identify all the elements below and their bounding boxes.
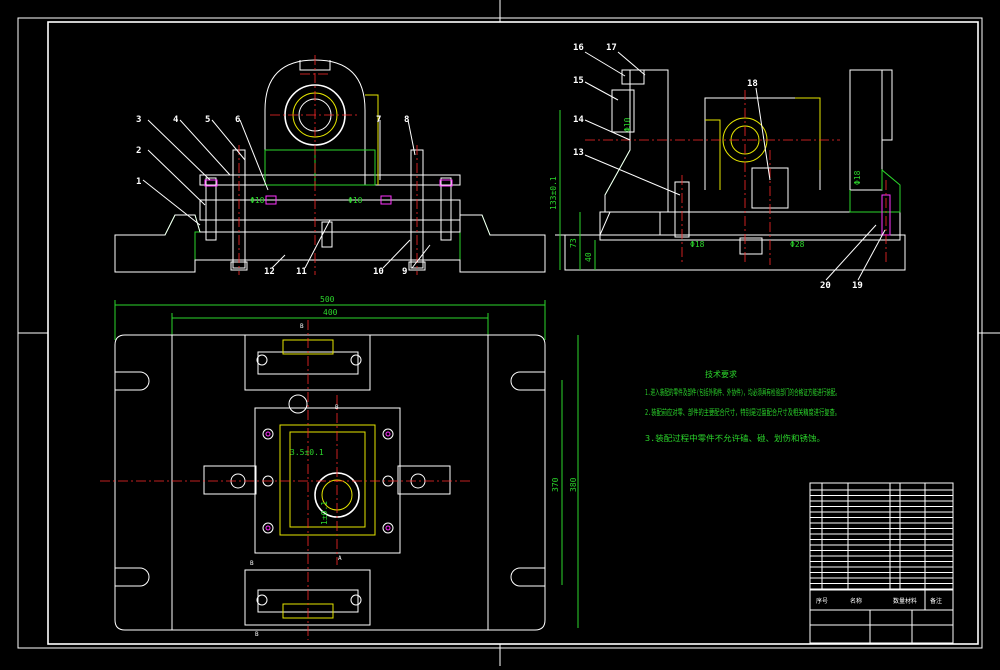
side-dim-h2: 40 (584, 252, 593, 262)
title-block: 序号 名称 数量 材料 备注 (809, 482, 954, 644)
plan-dim-overall-width: 500 (320, 295, 335, 304)
label-5: 5 (205, 115, 210, 125)
plan-dim-overall-height: 380 (569, 477, 578, 492)
front-dim-phi-b: Φ10 (250, 196, 265, 205)
side-dim-phi-a: Φ10 (623, 117, 632, 132)
tech-req-line-3: 3.装配过程中零件不允许磕、碰、划伤和锈蚀。 (645, 433, 825, 443)
bom-header-material: 材料 (905, 597, 917, 605)
tech-req-line-2: 2.装配前应对零、部件的主要配合尺寸，特别是过盈配合尺寸及相关精度进行复查。 (645, 407, 840, 417)
label-3: 3 (136, 115, 141, 125)
label-19: 19 (852, 281, 863, 291)
label-4: 4 (173, 115, 179, 125)
cad-drawing-canvas: 1 2 3 4 5 6 7 8 9 10 11 12 Φ10 Φ10 133±0… (0, 0, 1000, 666)
bom-header-no: 序号 (816, 597, 828, 605)
side-dim-phi-b: Φ18 (690, 240, 705, 249)
drawing-svg: 1 2 3 4 5 6 7 8 9 10 11 12 Φ10 Φ10 133±0… (17, 0, 1000, 666)
side-section-view: 133±0.1 73 40 Φ10 Φ18 Φ28 Φ18 16 17 15 1… (549, 43, 906, 291)
label-7: 7 (376, 115, 381, 125)
side-dim-height: 133±0.1 (549, 176, 558, 210)
side-dim-phi-d: Φ18 (853, 170, 862, 185)
label-6: 6 (235, 115, 240, 125)
tech-req-title: 技术要求 (705, 369, 737, 379)
plan-dim-b: 1±0.1 (320, 501, 329, 525)
front-section-view: 1 2 3 4 5 6 7 8 9 10 11 12 Φ10 Φ10 (114, 55, 546, 277)
label-9: 9 (402, 267, 407, 277)
section-mark-bottom: B (255, 631, 259, 638)
label-16: 16 (573, 43, 584, 53)
label-11: 11 (296, 267, 307, 277)
tech-req-line-1: 1.进入装配的零件及部件(包括外购件、外协件)，均必须具有检验部门的合格证方能进… (645, 387, 840, 397)
plan-dim-a: 3.5±0.1 (290, 448, 324, 457)
label-2: 2 (136, 146, 141, 156)
plan-dim-inner-width: 400 (323, 308, 338, 317)
side-dim-h1: 73 (569, 238, 578, 248)
section-mark-cut: A (338, 555, 342, 562)
section-mark-right: B (335, 404, 339, 411)
plan-view: 500 400 380 370 3.5±0.1 1±0.1 B B B B A (100, 295, 579, 640)
technical-requirements: 技术要求 1.进入装配的零件及部件(包括外购件、外协件)，均必须具有检验部门的合… (645, 369, 840, 443)
front-dim-phi-a: Φ10 (348, 196, 363, 205)
section-mark-top: B (300, 323, 304, 330)
bom-header-note: 备注 (930, 597, 942, 605)
side-dim-phi-c: Φ28 (790, 240, 805, 249)
plan-dim-inner-height: 370 (551, 477, 560, 492)
bom-header-name: 名称 (850, 597, 862, 605)
label-12: 12 (264, 267, 275, 277)
label-20: 20 (820, 281, 831, 291)
bom-header-qty: 数量 (893, 597, 905, 605)
outer-frame (17, 17, 983, 649)
label-17: 17 (606, 43, 617, 53)
label-15: 15 (573, 76, 584, 86)
label-13: 13 (573, 148, 584, 158)
section-mark-left: B (250, 560, 254, 567)
label-8: 8 (404, 115, 409, 125)
label-10: 10 (373, 267, 384, 277)
label-1: 1 (136, 177, 141, 187)
label-14: 14 (573, 115, 584, 125)
label-18: 18 (747, 79, 758, 89)
